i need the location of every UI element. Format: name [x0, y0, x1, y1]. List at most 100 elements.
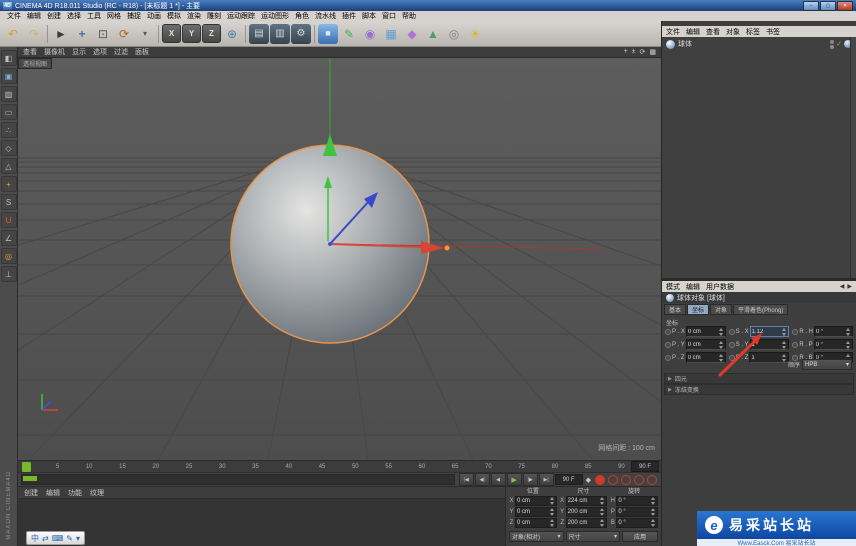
object-manager-body[interactable]: 球体 ✓: [662, 37, 856, 278]
max-frame-field[interactable]: 90 F: [631, 461, 659, 472]
menu-item[interactable]: 窗口: [379, 11, 399, 21]
model-mode-icon[interactable]: ▣: [1, 68, 17, 84]
keyframe-dot[interactable]: [665, 329, 671, 335]
attribute-menu-item[interactable]: 模式: [666, 282, 680, 292]
section-quaternion[interactable]: ▶ 四元: [664, 373, 854, 384]
gizmo-center-dot[interactable]: [328, 242, 332, 246]
snap-icon[interactable]: U: [1, 212, 17, 228]
add-cube-icon[interactable]: ■: [318, 24, 338, 44]
minimize-button[interactable]: –: [803, 1, 819, 11]
tab-phong[interactable]: 平滑着色(Phong): [733, 304, 788, 315]
material-menu-item[interactable]: 功能: [68, 488, 82, 498]
rotation-h-field[interactable]: 0 °: [814, 326, 853, 337]
object-name-label[interactable]: 球体: [678, 39, 692, 49]
quantize-icon[interactable]: ∠: [1, 230, 17, 246]
spinner-icon[interactable]: [651, 497, 656, 505]
size-header[interactable]: 尺寸: [560, 488, 608, 496]
keyframe-dot[interactable]: [729, 342, 735, 348]
object-manager-menu-item[interactable]: 编辑: [686, 27, 700, 37]
spinner-icon[interactable]: [651, 519, 656, 527]
points-mode-icon[interactable]: ∴: [1, 122, 17, 138]
object-manager-menu-item[interactable]: 查看: [706, 27, 720, 37]
viewport-solo-icon[interactable]: S: [1, 194, 17, 210]
render-view-icon[interactable]: ▤: [249, 24, 269, 44]
make-editable-icon[interactable]: ◧: [1, 50, 17, 66]
scale-y-field[interactable]: 1: [750, 339, 790, 350]
lock-y-axis-button[interactable]: Y: [182, 24, 201, 43]
timeline-ruler[interactable]: 051015202530354045505560657075808590 90 …: [18, 460, 661, 472]
rotation-b-field[interactable]: 0 °: [616, 518, 658, 528]
rotation-h-field[interactable]: 0 °: [616, 496, 658, 506]
coordinate-mode-dropdown[interactable]: 对象(相对)▾: [509, 531, 564, 542]
spline-pen-icon[interactable]: ✎: [339, 24, 359, 44]
menu-item[interactable]: 创建: [44, 11, 64, 21]
menu-item[interactable]: 编辑: [24, 11, 44, 21]
size-x-field[interactable]: 224 cm: [566, 496, 608, 506]
position-header[interactable]: 位置: [509, 488, 557, 496]
lock-z-axis-button[interactable]: Z: [202, 24, 221, 43]
viewport-menu-item[interactable]: 摄像机: [44, 47, 65, 57]
ime-language-icon[interactable]: 中: [31, 533, 39, 544]
position-y-field[interactable]: 0 cm: [515, 507, 557, 517]
play-button[interactable]: ▶: [507, 473, 522, 486]
spinner-icon[interactable]: [600, 519, 605, 527]
move-tool-icon[interactable]: +: [72, 24, 92, 44]
spinner-icon[interactable]: [600, 497, 605, 505]
current-frame-marker[interactable]: [22, 462, 31, 472]
keyframe-dot[interactable]: [729, 329, 735, 335]
goto-end-button[interactable]: ▶|: [539, 473, 554, 486]
tab-coordinates[interactable]: 坐标: [687, 304, 709, 315]
undo-icon[interactable]: ↶: [3, 24, 23, 44]
menu-item[interactable]: 工具: [84, 11, 104, 21]
attribute-menu-item[interactable]: 编辑: [686, 282, 700, 292]
object-manager-menu-item[interactable]: 书签: [766, 27, 780, 37]
record-button[interactable]: [595, 475, 605, 485]
preview-range-slider[interactable]: [21, 474, 455, 485]
spinner-icon[interactable]: [550, 497, 555, 505]
section-freeze-transform[interactable]: ▶ 冻结变换: [664, 384, 854, 395]
spinner-icon[interactable]: [651, 508, 656, 516]
visibility-render-dot[interactable]: [830, 45, 834, 49]
rotation-order-dropdown[interactable]: HPB ▾: [802, 359, 852, 370]
rotate-view-icon[interactable]: ⟳: [640, 48, 646, 56]
keyframe-dot[interactable]: [792, 342, 798, 348]
record-keyframe-icon[interactable]: ◆: [586, 476, 591, 484]
visibility-editor-dot[interactable]: [830, 40, 834, 44]
light-icon[interactable]: ☀: [465, 24, 485, 44]
ime-more-icon[interactable]: ▾: [76, 534, 80, 543]
render-picture-viewer-icon[interactable]: ▥: [270, 24, 290, 44]
menu-item[interactable]: 脚本: [359, 11, 379, 21]
spinner-icon[interactable]: [719, 341, 724, 349]
scale-handle-dot[interactable]: [445, 246, 450, 251]
last-tool-dropdown-icon[interactable]: ▾: [135, 24, 155, 44]
menu-item[interactable]: 网格: [104, 11, 124, 21]
keyboard-icon[interactable]: ⌨: [52, 534, 64, 543]
menu-item[interactable]: 运动跟踪: [224, 11, 258, 21]
rotation-p-field[interactable]: 0 °: [616, 507, 658, 517]
camera-icon[interactable]: ◎: [444, 24, 464, 44]
menu-item[interactable]: 流水线: [312, 11, 339, 21]
deformer-icon[interactable]: ◆: [402, 24, 422, 44]
menu-item[interactable]: 选择: [64, 11, 84, 21]
keyframe-dot[interactable]: [792, 329, 798, 335]
record-position-toggle[interactable]: [621, 475, 631, 485]
size-z-field[interactable]: 200 cm: [566, 518, 608, 528]
spinner-icon[interactable]: [719, 328, 724, 336]
autokey-toggle[interactable]: [608, 475, 618, 485]
texture-mode-icon[interactable]: ▨: [1, 86, 17, 102]
menu-item[interactable]: 帮助: [399, 11, 419, 21]
live-selection-icon[interactable]: ►: [51, 24, 71, 44]
preview-range-thumb[interactable]: [23, 476, 37, 481]
menu-item[interactable]: 渲染: [184, 11, 204, 21]
enable-axis-icon[interactable]: +: [1, 176, 17, 192]
object-manager-menu-item[interactable]: 标签: [746, 27, 760, 37]
attribute-menu-item[interactable]: 用户数据: [706, 282, 734, 292]
modeling-axis-icon[interactable]: ◎: [1, 248, 17, 264]
menu-item[interactable]: 运动图形: [258, 11, 292, 21]
environment-icon[interactable]: ▲: [423, 24, 443, 44]
render-settings-icon[interactable]: ⚙: [291, 24, 311, 44]
workplane-lock-icon[interactable]: ⊥: [1, 266, 17, 282]
history-forward-icon[interactable]: ▶: [847, 283, 852, 290]
viewport-name-tab[interactable]: 透视视图: [18, 58, 52, 69]
record-rotation-toggle[interactable]: [647, 475, 657, 485]
